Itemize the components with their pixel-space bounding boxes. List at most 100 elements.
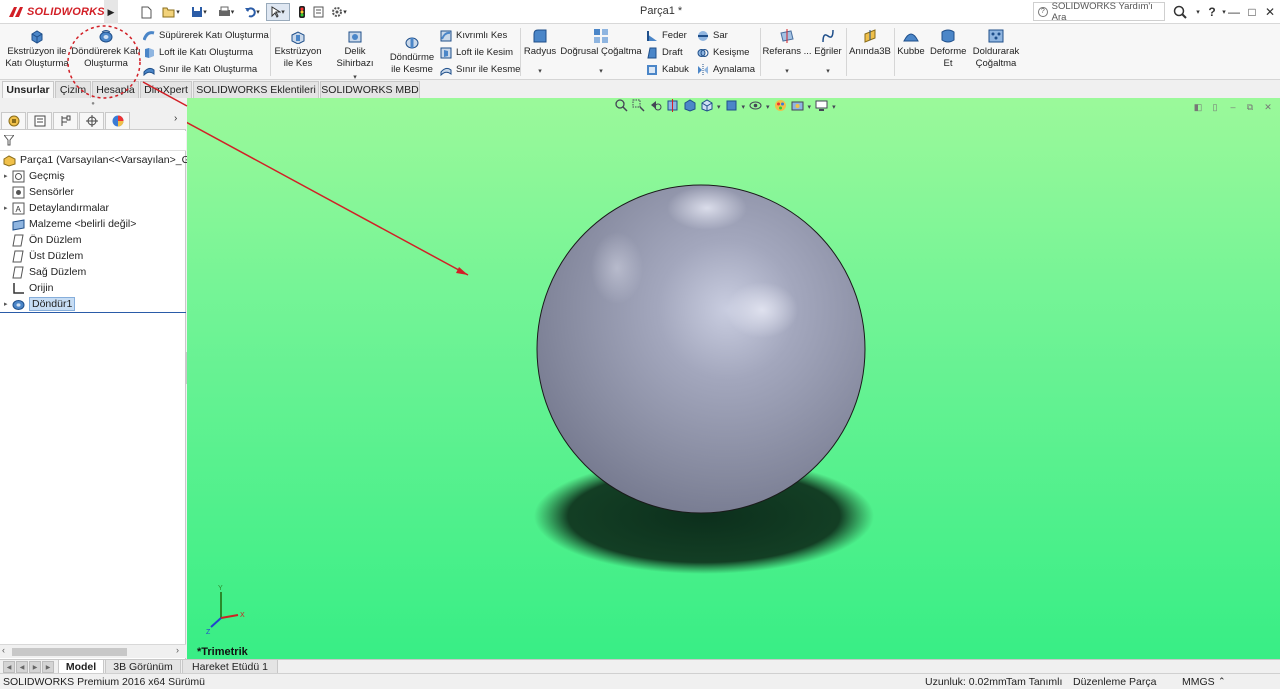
menu-expand-arrow-icon[interactable]: ▶ [104, 0, 118, 24]
rib-button[interactable]: Feder [646, 28, 687, 43]
file-properties-icon[interactable] [311, 3, 325, 21]
tree-filter-bar[interactable] [0, 131, 186, 151]
property-manager-tab-icon[interactable] [27, 112, 52, 130]
search-icon[interactable] [1170, 2, 1190, 21]
tree-item-top-plane[interactable]: Üst Düzlem [0, 248, 186, 264]
reference-geometry-button[interactable]: Referans ... ▾ [762, 28, 812, 78]
hole-wizard-button[interactable]: Delik Sihirbazı ▾ [326, 28, 384, 84]
tab-solidworks-mbd[interactable]: SOLIDWORKS MBD [320, 81, 420, 98]
panel-grip-icon[interactable]: ● [0, 98, 186, 110]
expand-arrow-icon[interactable]: ▸ [4, 300, 12, 308]
undo-icon[interactable]: ▾ [241, 3, 263, 21]
deform-button[interactable]: Deforme Et [928, 28, 968, 70]
maximize-button[interactable]: □ [1242, 2, 1262, 21]
tree-item-front-plane[interactable]: Ön Düzlem [0, 232, 186, 248]
fillet-dropdown-icon[interactable]: ▾ [538, 66, 542, 78]
boundary-boss-button[interactable]: Sınır ile Katı Oluşturma [143, 62, 257, 77]
tab-3d-views[interactable]: 3B Görünüm [105, 660, 181, 674]
panel-tabs-more-icon[interactable]: › [174, 113, 177, 124]
curves-button[interactable]: Eğriler ▾ [812, 28, 844, 78]
solidworks-logo[interactable]: SOLIDWORKS [8, 3, 105, 21]
loft-boss-button[interactable]: Loft ile Katı Oluşturma [143, 45, 253, 60]
dome-button[interactable]: Kubbe [896, 28, 926, 58]
document-title: Parça1 * [640, 5, 683, 17]
display-manager-tab-icon[interactable] [105, 112, 130, 130]
tab-features[interactable]: Unsurlar [2, 81, 54, 98]
revolve-cut-button[interactable]: Döndürme ile Kesme [386, 34, 438, 76]
tree-item-history[interactable]: ▸ Geçmiş [0, 168, 186, 184]
tree-item-sensors[interactable]: Sensörler [0, 184, 186, 200]
filter-icon[interactable] [4, 135, 14, 146]
loft-cut-button[interactable]: Loft ile Kesim [440, 45, 513, 60]
scroll-left-icon[interactable]: ‹ [2, 645, 5, 655]
product-version: SOLIDWORKS Premium 2016 x64 Sürümü [3, 676, 205, 688]
minimize-button[interactable]: — [1224, 2, 1244, 21]
select-cursor-icon[interactable]: ▾ [266, 3, 290, 21]
new-document-icon[interactable] [138, 3, 154, 21]
scroll-right-icon[interactable]: › [176, 645, 179, 655]
instant3d-label: Anında3B [849, 46, 891, 57]
boundary-cut-button[interactable]: Sınır ile Kesme [440, 62, 520, 77]
instant3d-button[interactable]: Anında3B [848, 28, 892, 58]
close-button[interactable]: ✕ [1260, 2, 1280, 21]
dimxpert-manager-tab-icon[interactable] [79, 112, 104, 130]
tree-item-material[interactable]: Malzeme <belirli değil> [0, 216, 186, 232]
feature-manager-tab-icon[interactable] [1, 112, 26, 130]
wrap-button[interactable]: Sar [697, 28, 728, 43]
rib-icon [646, 30, 658, 42]
dome-label: Kubbe [897, 46, 925, 57]
scrollbar-thumb[interactable] [12, 648, 127, 656]
expand-arrow-icon[interactable]: ▸ [4, 204, 12, 212]
save-icon[interactable]: ▾ [188, 3, 210, 21]
tab-first-icon[interactable]: ◀ [3, 661, 15, 673]
extrude-cut-button[interactable]: Ekstrüzyon ile Kes [272, 28, 324, 70]
tree-item-revolve1[interactable]: ▸ Döndür1 [0, 296, 186, 312]
panel-horizontal-scrollbar[interactable]: ‹ › [0, 644, 186, 658]
sphere-highlight-left [591, 232, 643, 304]
expand-arrow-icon[interactable]: ▸ [4, 172, 12, 180]
help-search-input[interactable]: ? SOLIDWORKS Yardım'ı Ara [1033, 1, 1165, 23]
tab-last-icon[interactable]: ▶ [42, 661, 54, 673]
loft-cut-label: Loft ile Kesim [456, 47, 514, 58]
sweep-boss-button[interactable]: Süpürerek Katı Oluşturma [142, 28, 269, 43]
graphics-area[interactable]: ▾ ▾ ▾ ▾ ▾ ◧ ▯ – ⧉ ✕ Y X Z *Trimetrik [187, 98, 1280, 659]
mirror-button[interactable]: Aynalama [697, 62, 755, 77]
tab-model[interactable]: Model [58, 660, 104, 674]
configuration-manager-tab-icon[interactable] [53, 112, 78, 130]
tab-evaluate[interactable]: Hesapla [92, 81, 139, 98]
linear-pattern-button[interactable]: Doğrusal Çoğaltma ▾ [560, 28, 642, 78]
tree-item-origin[interactable]: Orijin [0, 280, 186, 296]
swept-cut-button[interactable]: Kıvrımlı Kes [440, 28, 507, 43]
options-gear-icon[interactable]: ▾ [328, 3, 350, 21]
tree-item-label: Üst Düzlem [29, 250, 84, 262]
unit-system-dropdown-icon[interactable]: ⌃ [1218, 676, 1226, 687]
tree-root-part[interactable]: Parça1 (Varsayılan<<Varsayılan>_Gön [0, 152, 201, 168]
fillet-button[interactable]: Radyus ▾ [522, 28, 558, 78]
tab-next-icon[interactable]: ▶ [29, 661, 41, 673]
linear-pattern-dropdown-icon[interactable]: ▾ [599, 66, 603, 78]
shell-button[interactable]: Kabuk [646, 62, 689, 77]
intersect-button[interactable]: Kesişme [697, 45, 749, 60]
draft-button[interactable]: Draft [646, 45, 683, 60]
print-icon[interactable]: ▾ [214, 3, 238, 21]
tab-dimxpert[interactable]: DimXpert [140, 81, 192, 98]
tab-solidworks-addins[interactable]: SOLIDWORKS Eklentileri [193, 81, 319, 98]
tab-motion-study[interactable]: Hareket Etüdü 1 [182, 660, 278, 674]
tab-prev-icon[interactable]: ◀ [16, 661, 28, 673]
tree-item-annotations[interactable]: ▸ A Detaylandırmalar [0, 200, 186, 216]
ribbon-separator [520, 28, 521, 76]
logo-text: SOLIDWORKS [27, 6, 105, 18]
tab-sketch[interactable]: Çizim [55, 81, 91, 98]
sphere-model[interactable] [536, 184, 866, 514]
tree-item-right-plane[interactable]: Sağ Düzlem [0, 264, 186, 280]
curves-dropdown-icon[interactable]: ▾ [826, 66, 830, 78]
unit-system[interactable]: MMGS [1182, 676, 1215, 688]
rollback-bar[interactable] [0, 312, 186, 313]
revolve-boss-button[interactable]: Döndürerek Katı Oluşturma [71, 28, 141, 70]
extrude-boss-button[interactable]: Ekstrüzyon ile Katı Oluşturma [4, 28, 70, 70]
fill-pattern-button[interactable]: Doldurarak Çoğaltma [970, 28, 1022, 70]
traffic-light-rebuild-icon[interactable] [296, 3, 308, 21]
reference-geometry-dropdown-icon[interactable]: ▾ [785, 66, 789, 78]
ribbon-separator [270, 28, 271, 76]
open-document-icon[interactable]: ▾ [160, 3, 182, 21]
